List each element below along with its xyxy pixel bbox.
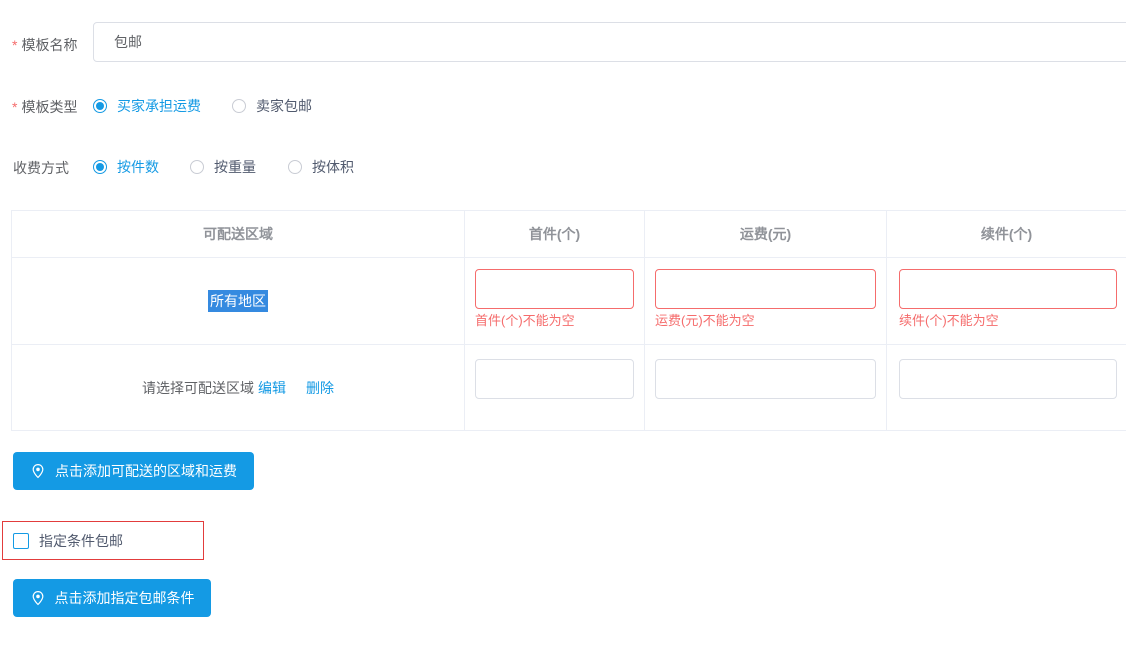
radio-by-volume[interactable]: 按体积 — [288, 157, 354, 177]
location-pin-icon — [30, 463, 46, 479]
first-piece-cell — [464, 345, 644, 430]
area-cell: 请选择可配送区域 编辑 删除 — [12, 345, 464, 430]
header-first-piece: 首件(个) — [464, 211, 644, 257]
header-delivery-area: 可配送区域 — [12, 211, 464, 257]
additional-piece-error: 续件(个)不能为空 — [899, 312, 1117, 329]
table-header-row: 可配送区域 首件(个) 运费(元) 续件(个) — [12, 211, 1126, 257]
additional-piece-cell — [886, 345, 1126, 430]
delete-link[interactable]: 删除 — [306, 378, 334, 398]
radio-unselected-icon — [232, 99, 246, 113]
table-row: 所有地区 首件(个)不能为空 运费(元)不能为空 续件(个)不能为空 — [12, 257, 1126, 344]
additional-piece-input[interactable] — [899, 359, 1117, 399]
button-label: 点击添加可配送的区域和运费 — [55, 461, 237, 481]
radio-selected-icon — [93, 160, 107, 174]
radio-label: 按件数 — [117, 157, 159, 177]
additional-piece-cell: 续件(个)不能为空 — [886, 258, 1126, 344]
area-cell: 所有地区 — [12, 258, 464, 344]
shipping-fee-input[interactable] — [655, 359, 876, 399]
radio-label: 买家承担运费 — [117, 96, 201, 116]
first-piece-cell: 首件(个)不能为空 — [464, 258, 644, 344]
radio-label: 卖家包邮 — [256, 96, 312, 116]
shipping-fee-error: 运费(元)不能为空 — [655, 312, 876, 329]
radio-buyer-pays[interactable]: 买家承担运费 — [93, 96, 201, 116]
first-piece-input[interactable] — [475, 359, 634, 399]
radio-seller-free-shipping[interactable]: 卖家包邮 — [232, 96, 312, 116]
button-label: 点击添加指定包邮条件 — [55, 588, 195, 608]
first-piece-input[interactable] — [475, 269, 634, 309]
header-shipping-fee: 运费(元) — [644, 211, 886, 257]
conditional-free-shipping-option[interactable]: 指定条件包邮 — [2, 521, 204, 560]
edit-link[interactable]: 编辑 — [258, 378, 286, 398]
template-type-label: *模板类型 — [12, 97, 77, 117]
radio-selected-icon — [93, 99, 107, 113]
checkbox-label: 指定条件包邮 — [39, 531, 123, 551]
radio-unselected-icon — [288, 160, 302, 174]
shipping-template-form: *模板名称 *模板类型 买家承担运费 卖家包邮 收费方式 按件数 按重量 按体积… — [0, 0, 1126, 666]
template-name-label: *模板名称 — [12, 35, 77, 55]
additional-piece-input[interactable] — [899, 269, 1117, 309]
select-area-text: 请选择可配送区域 — [142, 378, 254, 398]
shipping-fee-cell — [644, 345, 886, 430]
shipping-fee-cell: 运费(元)不能为空 — [644, 258, 886, 344]
header-additional-piece: 续件(个) — [886, 211, 1126, 257]
required-asterisk: * — [12, 37, 17, 53]
table-row: 请选择可配送区域 编辑 删除 — [12, 344, 1126, 430]
add-free-shipping-condition-button[interactable]: 点击添加指定包邮条件 — [13, 579, 211, 617]
charge-method-label: 收费方式 — [13, 158, 69, 178]
shipping-fee-input[interactable] — [655, 269, 876, 309]
radio-by-weight[interactable]: 按重量 — [190, 157, 256, 177]
first-piece-error: 首件(个)不能为空 — [475, 312, 634, 329]
radio-unselected-icon — [190, 160, 204, 174]
radio-label: 按体积 — [312, 157, 354, 177]
shipping-fee-table: 可配送区域 首件(个) 运费(元) 续件(个) 所有地区 首件(个)不能为空 运… — [11, 210, 1126, 431]
radio-label: 按重量 — [214, 157, 256, 177]
required-asterisk: * — [12, 99, 17, 115]
all-areas-text[interactable]: 所有地区 — [208, 290, 268, 312]
location-pin-icon — [30, 590, 46, 606]
template-name-input[interactable] — [93, 22, 1126, 62]
add-delivery-area-button[interactable]: 点击添加可配送的区域和运费 — [13, 452, 254, 490]
radio-by-piece[interactable]: 按件数 — [93, 157, 159, 177]
checkbox-icon[interactable] — [13, 533, 29, 549]
